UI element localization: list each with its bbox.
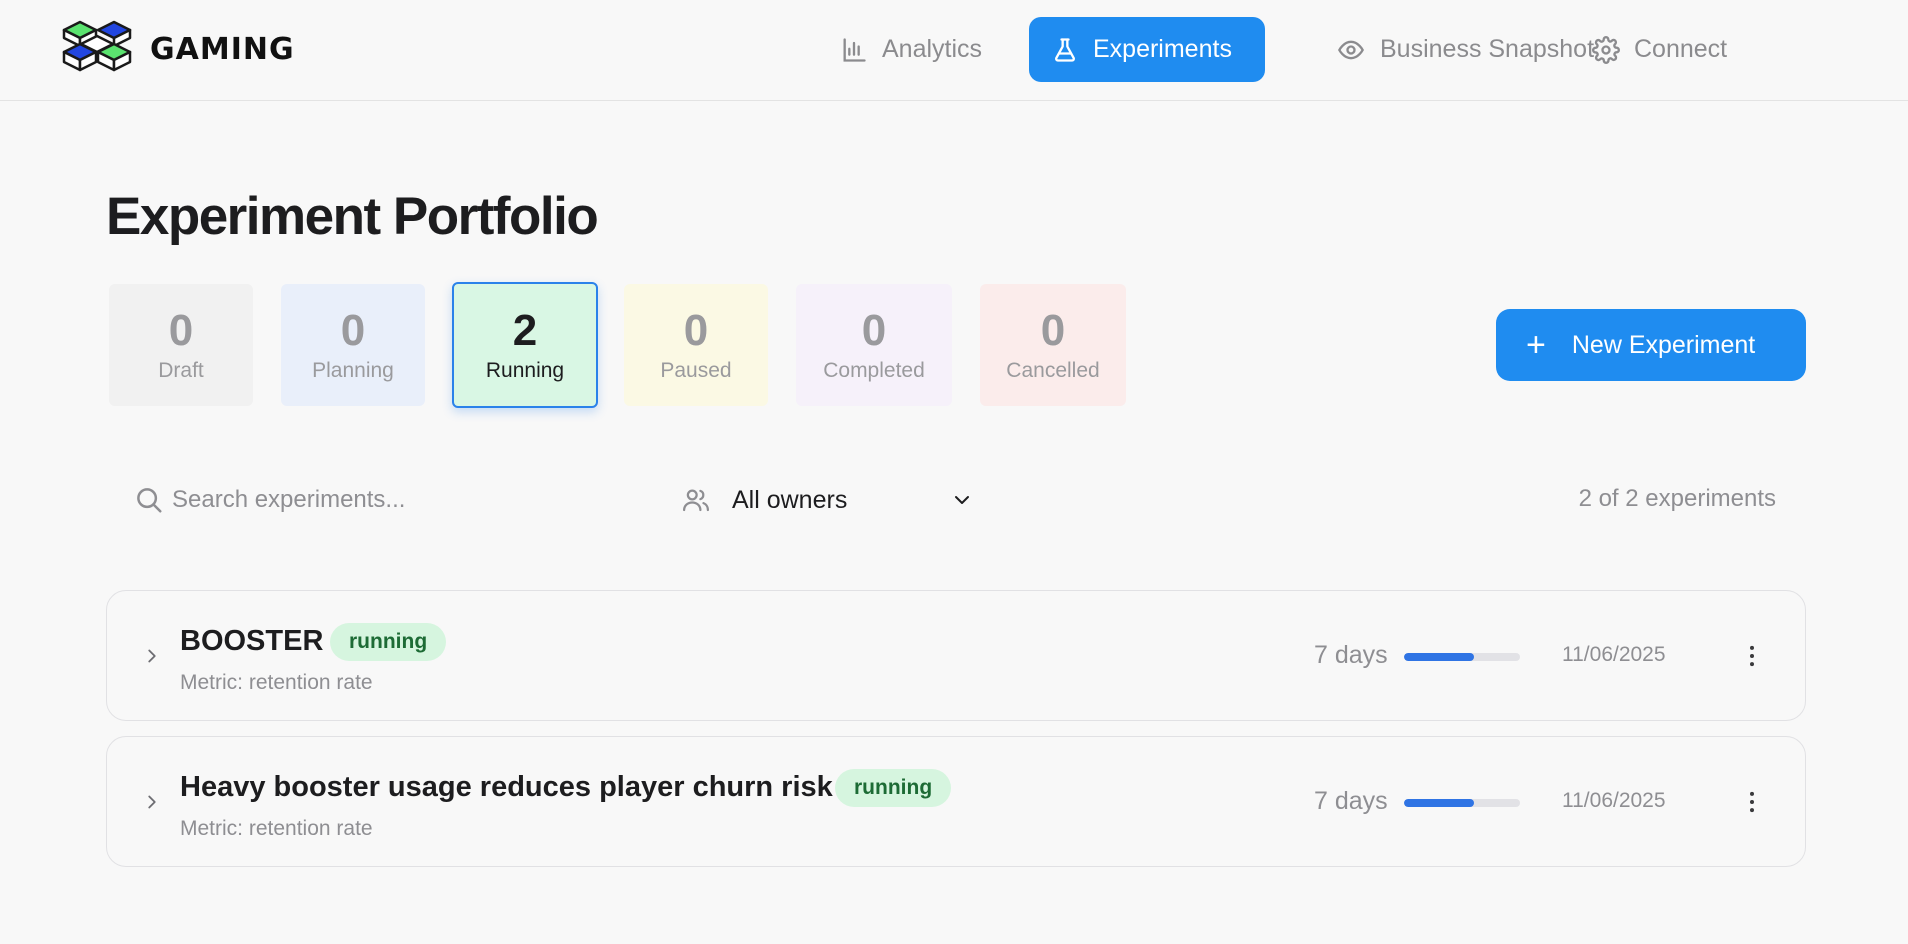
gear-icon <box>1592 35 1620 64</box>
status-card-completed[interactable]: 0 Completed <box>796 284 952 406</box>
page-title: Experiment Portfolio <box>106 187 599 246</box>
experiment-duration: 7 days <box>1314 787 1388 815</box>
experiment-date: 11/06/2025 <box>1562 789 1666 812</box>
progress-bar <box>1404 799 1520 807</box>
top-navigation-bar: GAMING Analytics Experiments Business Sn… <box>0 0 1908 101</box>
status-count: 0 <box>683 306 709 355</box>
status-card-cancelled[interactable]: 0 Cancelled <box>980 284 1126 406</box>
status-count: 0 <box>861 306 887 355</box>
status-card-running[interactable]: 2 Running <box>452 282 598 408</box>
nav-label: Connect <box>1634 35 1728 63</box>
owner-filter-value: All owners <box>732 485 848 514</box>
more-options-icon[interactable] <box>1737 787 1767 817</box>
cubes-logo-icon <box>62 20 132 72</box>
chevron-right-icon[interactable] <box>141 791 163 813</box>
nav-analytics[interactable]: Analytics <box>818 17 1004 82</box>
status-badge: running <box>330 623 447 661</box>
nav-experiments[interactable]: Experiments <box>1029 17 1265 82</box>
status-card-planning[interactable]: 0 Planning <box>281 284 425 406</box>
status-card-paused[interactable]: 0 Paused <box>624 284 768 406</box>
bar-chart-icon <box>843 37 866 62</box>
flask-icon <box>1055 37 1075 62</box>
experiment-row[interactable]: Heavy booster usage reduces player churn… <box>106 736 1806 867</box>
plus-icon: + <box>1526 326 1546 364</box>
status-label: Running <box>485 359 565 382</box>
search-input[interactable] <box>172 480 652 520</box>
status-label: Draft <box>158 359 204 382</box>
brand-logo[interactable]: GAMING <box>62 20 295 78</box>
new-experiment-button[interactable]: + New Experiment <box>1496 309 1806 381</box>
experiment-metric: Metric: retention rate <box>180 671 373 694</box>
status-card-draft[interactable]: 0 Draft <box>109 284 253 406</box>
nav-connect[interactable]: Connect <box>1570 17 1749 82</box>
progress-fill <box>1404 799 1474 807</box>
status-label: Completed <box>823 359 925 382</box>
brand-name: GAMING <box>150 31 295 67</box>
chevron-down-icon <box>955 496 969 504</box>
status-count: 2 <box>512 306 538 355</box>
search-icon <box>137 488 162 513</box>
progress-fill <box>1404 653 1474 661</box>
status-count: 0 <box>168 306 194 355</box>
new-experiment-label: New Experiment <box>1571 330 1756 359</box>
experiment-name[interactable]: Heavy booster usage reduces player churn… <box>180 771 833 804</box>
progress-bar <box>1404 653 1520 661</box>
status-label: Planning <box>312 359 394 382</box>
result-count: 2 of 2 experiments <box>1578 485 1776 512</box>
status-label: Cancelled <box>1006 359 1100 382</box>
users-icon <box>683 489 709 512</box>
status-label: Paused <box>660 359 732 382</box>
more-options-icon[interactable] <box>1737 641 1767 671</box>
nav-label: Analytics <box>882 35 983 63</box>
chevron-right-icon[interactable] <box>141 645 163 667</box>
status-count: 0 <box>1040 306 1066 355</box>
owner-filter-select[interactable]: All owners <box>680 478 980 522</box>
experiment-metric: Metric: retention rate <box>180 817 373 840</box>
nav-label: Experiments <box>1093 35 1232 63</box>
eye-icon <box>1338 40 1364 59</box>
experiment-name[interactable]: BOOSTER <box>180 625 323 658</box>
experiment-row[interactable]: BOOSTER running Metric: retention rate 7… <box>106 590 1806 721</box>
experiment-date: 11/06/2025 <box>1562 643 1666 666</box>
nav-label: Business Snapshot <box>1380 35 1595 63</box>
experiment-duration: 7 days <box>1314 641 1388 669</box>
status-badge: running <box>835 769 952 807</box>
status-count: 0 <box>340 306 366 355</box>
